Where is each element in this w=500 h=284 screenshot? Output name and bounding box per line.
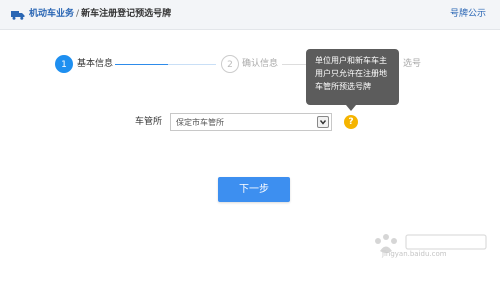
tooltip-arrow bbox=[346, 105, 356, 111]
step-label: 基本信息 bbox=[77, 59, 114, 69]
office-label: 车管所 bbox=[135, 117, 163, 127]
truck-icon bbox=[11, 11, 25, 20]
page-title: 新车注册登记预选号牌 bbox=[81, 9, 172, 19]
baidu-jingyan-watermark bbox=[375, 234, 487, 253]
plate-notice-link[interactable]: 号牌公示 bbox=[450, 8, 486, 21]
office-select-value: 保定市车管所 bbox=[176, 118, 224, 127]
step-connector bbox=[282, 64, 307, 65]
breadcrumb-parent[interactable]: 机动车业务 bbox=[29, 9, 74, 19]
top-bar: 机动车业务 / 新车注册登记预选号牌 号牌公示 bbox=[0, 0, 500, 30]
chevron-down-icon[interactable] bbox=[317, 116, 329, 128]
help-tooltip: 单位用户和新车车主 用户只允许在注册地 车管所预选号牌 bbox=[306, 49, 399, 105]
step-number: 1 bbox=[55, 55, 73, 73]
tooltip-line: 用户只允许在注册地 bbox=[315, 69, 387, 78]
watermark-text: jingyan.baidu.com bbox=[382, 250, 447, 258]
next-step-button[interactable]: 下一步 bbox=[218, 177, 290, 202]
office-select[interactable]: 保定市车管所 bbox=[170, 113, 332, 131]
step-connector bbox=[168, 64, 216, 65]
step-connector-active bbox=[115, 64, 168, 65]
tooltip-line: 单位用户和新车车主 bbox=[315, 56, 387, 65]
step-label: 选号 bbox=[403, 59, 422, 69]
help-icon[interactable]: ? bbox=[344, 115, 358, 129]
step-number: 2 bbox=[221, 55, 239, 73]
tooltip-line: 车管所预选号牌 bbox=[315, 82, 371, 91]
breadcrumb-separator: / bbox=[76, 9, 80, 19]
step-label: 确认信息 bbox=[242, 59, 279, 69]
breadcrumb: 机动车业务 / 新车注册登记预选号牌 bbox=[29, 8, 171, 21]
